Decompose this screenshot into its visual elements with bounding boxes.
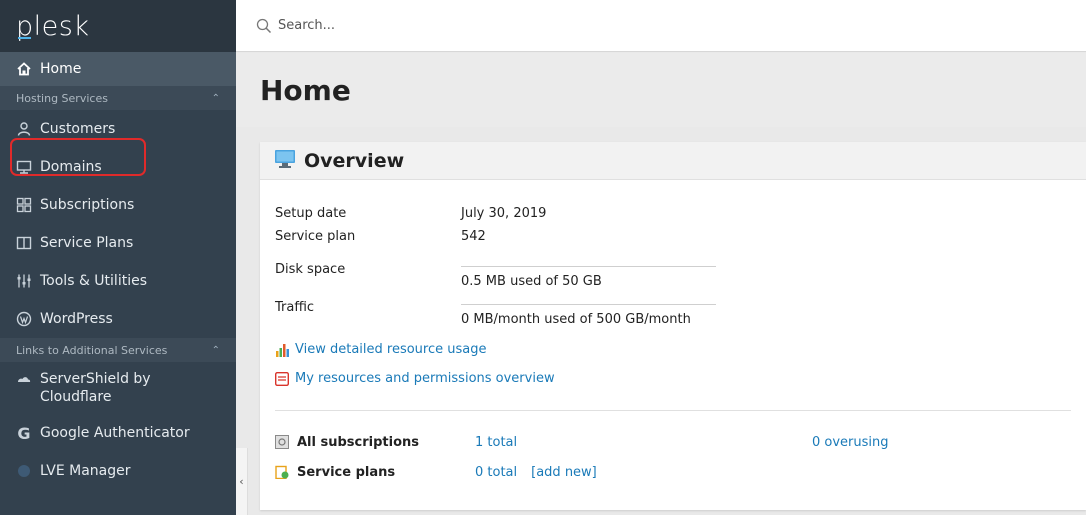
section-label: Hosting Services xyxy=(16,91,108,105)
divider xyxy=(461,266,716,267)
lve-icon xyxy=(16,463,32,479)
chevron-up-icon: ⌃ xyxy=(211,344,220,356)
setup-date-value: July 30, 2019 xyxy=(461,206,547,221)
service-plans-label: Service plans xyxy=(297,464,396,480)
bar-chart-icon xyxy=(275,343,289,357)
sidebar-item-service-plans[interactable]: Service Plans xyxy=(0,224,236,262)
monitor-icon xyxy=(274,149,296,173)
section-hosting-services[interactable]: Hosting Services ⌃ xyxy=(0,86,236,110)
section-label: Links to Additional Services xyxy=(16,343,168,357)
sidebar-item-google-authenticator[interactable]: G Google Authenticator xyxy=(0,414,236,452)
sidebar-item-label: Service Plans xyxy=(40,235,134,251)
list-icon xyxy=(274,371,290,386)
sidebar-item-label: Domains xyxy=(40,159,102,175)
sidebar-item-wordpress[interactable]: WordPress xyxy=(0,300,236,338)
sidebar: plesk Home Hosting Services ⌃ Customers … xyxy=(0,0,236,515)
divider xyxy=(275,410,1071,411)
all-subscriptions-total-link[interactable]: 1 total xyxy=(475,435,812,450)
search-input[interactable] xyxy=(278,18,578,33)
home-icon xyxy=(16,61,32,77)
sidebar-item-label: Home xyxy=(40,61,82,77)
sidebar-item-lve-manager[interactable]: LVE Manager xyxy=(0,452,236,490)
service-plan-icon xyxy=(275,465,289,480)
all-subscriptions-label: All subscriptions xyxy=(297,434,420,450)
logo-underline xyxy=(18,36,31,39)
add-new-service-plan-link[interactable]: [add new] xyxy=(531,465,597,480)
sidebar-item-tools-utilities[interactable]: Tools & Utilities xyxy=(0,262,236,300)
disk-space-value: 0.5 MB used of 50 GB xyxy=(461,274,602,289)
sidebar-item-home[interactable]: Home xyxy=(0,52,236,86)
overview-header: Overview xyxy=(260,142,1086,180)
all-subscriptions-row: All subscriptions 1 total 0 overusing xyxy=(275,433,889,451)
sidebar-item-label: Subscriptions xyxy=(40,197,135,213)
service-plan-label: Service plan xyxy=(275,229,356,244)
divider xyxy=(461,304,716,305)
sidebar-item-customers[interactable]: Customers xyxy=(0,110,236,148)
traffic-label: Traffic xyxy=(275,300,315,315)
sidebar-item-domains[interactable]: Domains xyxy=(0,148,236,186)
sidebar-item-label: WordPress xyxy=(40,311,113,327)
user-icon xyxy=(16,121,32,137)
service-plan-value: 542 xyxy=(461,229,486,244)
sliders-icon xyxy=(16,273,32,289)
sidebar-collapse-button[interactable]: ‹ xyxy=(236,448,248,515)
sidebar-item-subscriptions[interactable]: Subscriptions xyxy=(0,186,236,224)
cloud-icon xyxy=(16,371,32,387)
topbar xyxy=(236,0,1086,52)
chevron-left-icon: ‹ xyxy=(239,475,244,488)
chevron-up-icon: ⌃ xyxy=(211,92,220,104)
plesk-logo[interactable]: plesk xyxy=(16,11,89,42)
resource-usage-link-row: View detailed resource usage xyxy=(275,342,487,357)
search-icon xyxy=(256,18,272,34)
sidebar-item-label: LVE Manager xyxy=(40,463,131,479)
overview-title: Overview xyxy=(304,149,405,172)
subscriptions-icon xyxy=(275,435,289,449)
resources-permissions-link[interactable]: My resources and permissions overview xyxy=(295,371,555,386)
disk-space-label: Disk space xyxy=(275,262,346,277)
service-plans-row: Service plans 0 total [add new] xyxy=(275,463,597,481)
sidebar-item-servershield[interactable]: ServerShield by Cloudflare xyxy=(0,362,236,414)
overview-card: Overview Setup date July 30, 2019 Servic… xyxy=(260,142,1086,510)
monitor-icon xyxy=(16,159,32,175)
section-links-additional[interactable]: Links to Additional Services ⌃ xyxy=(0,338,236,362)
traffic-value: 0 MB/month used of 500 GB/month xyxy=(461,312,691,327)
wordpress-icon xyxy=(16,311,32,327)
sidebar-item-label: ServerShield by Cloudflare xyxy=(40,371,151,405)
sidebar-item-label: Google Authenticator xyxy=(40,425,190,441)
page-header: Home xyxy=(236,53,1086,127)
sidebar-item-label: Tools & Utilities xyxy=(40,273,147,289)
google-icon: G xyxy=(17,423,31,443)
service-plans-total-link[interactable]: 0 total xyxy=(475,465,517,480)
logo-bar: plesk xyxy=(0,0,236,52)
page-title: Home xyxy=(260,73,351,107)
grid-icon xyxy=(16,197,32,213)
setup-date-label: Setup date xyxy=(275,206,347,221)
permissions-link-row: My resources and permissions overview xyxy=(274,371,555,386)
book-icon xyxy=(16,235,32,251)
sidebar-item-label: Customers xyxy=(40,121,116,137)
view-resource-usage-link[interactable]: View detailed resource usage xyxy=(295,342,487,357)
overusing-link[interactable]: 0 overusing xyxy=(812,435,889,450)
